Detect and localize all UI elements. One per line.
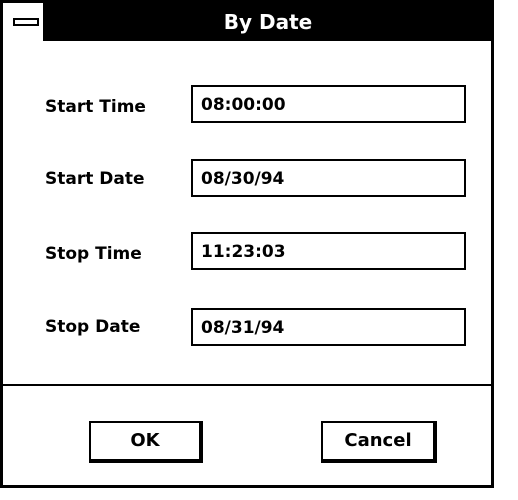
stop-date-value: 08/31/94 <box>201 318 285 338</box>
start-date-label: Start Date <box>45 169 145 189</box>
start-time-value: 08:00:00 <box>201 95 286 115</box>
start-date-value: 08/30/94 <box>201 169 285 189</box>
start-time-input[interactable]: 08:00:00 <box>191 85 466 123</box>
stop-time-value: 11:23:03 <box>201 242 286 262</box>
cancel-button[interactable]: Cancel <box>321 421 437 463</box>
button-divider <box>3 384 491 386</box>
start-date-input[interactable]: 08/30/94 <box>191 159 466 197</box>
stop-time-label: Stop Time <box>45 244 142 264</box>
system-menu-bar-icon <box>13 18 39 26</box>
by-date-dialog: By Date Start Time 08:00:00 Start Date 0… <box>0 0 494 488</box>
system-menu-icon[interactable] <box>3 3 45 41</box>
stop-date-label: Stop Date <box>45 317 141 337</box>
dialog-title: By Date <box>223 10 313 34</box>
ok-button[interactable]: OK <box>89 421 203 463</box>
title-bar[interactable]: By Date <box>3 3 491 41</box>
start-time-label: Start Time <box>45 97 146 117</box>
stop-date-input[interactable]: 08/31/94 <box>191 308 466 346</box>
stop-time-input[interactable]: 11:23:03 <box>191 232 466 270</box>
